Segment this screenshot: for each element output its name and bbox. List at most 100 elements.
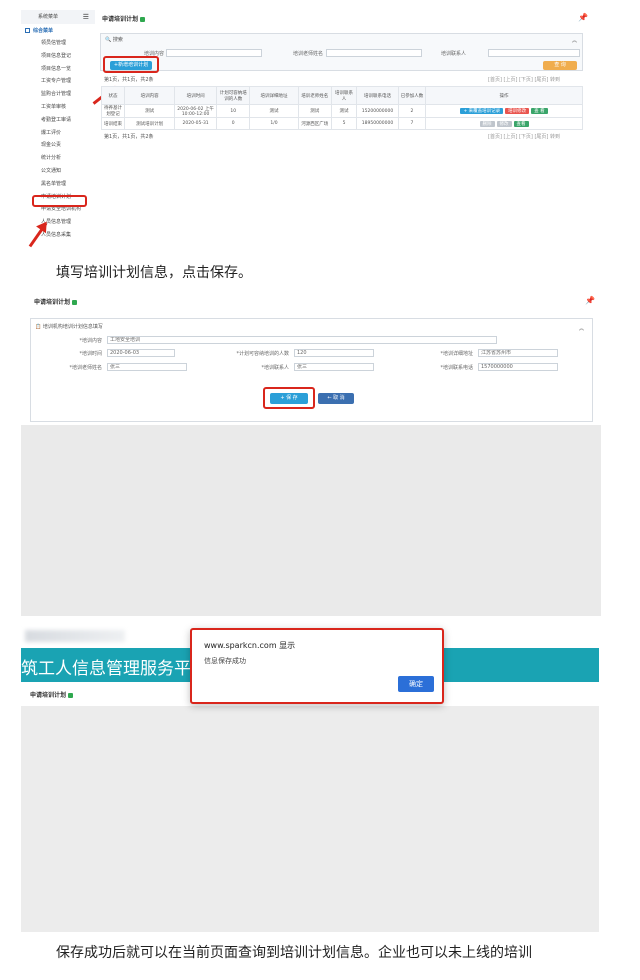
- sidebar-item[interactable]: 爆工评价: [21, 128, 95, 139]
- pin-icon[interactable]: 📌: [578, 13, 588, 22]
- table-cell-contact: 测试: [330, 104, 358, 118]
- sidebar-item[interactable]: 工资专户管理: [21, 76, 95, 87]
- alert-dialog: www.sparkcn.com 显示 信息保存成功 确定: [190, 628, 444, 704]
- status-icon: [68, 693, 74, 698]
- form-section-title: 📋 培训机构培训计划信息填写: [35, 324, 103, 330]
- sidebar-item[interactable]: 项目信息登记: [21, 51, 95, 62]
- row-action-button[interactable]: 查看: [513, 120, 529, 127]
- table-cell-teacher: 测试: [297, 104, 333, 118]
- collapse-icon[interactable]: ︽: [572, 37, 577, 44]
- plan-table: 状态 培训内容 培训时间 计划可容纳培训的人数 培训详细地址 培训老师姓名 培训联系人 培训联…: [101, 86, 583, 130]
- sidebar-item[interactable]: 公文通知: [21, 166, 95, 177]
- table-cell-time: 2020-05-31: [174, 117, 217, 130]
- status-icon: [140, 17, 146, 22]
- table-row: 培训结束 测试培训计划 2020-05-31 0 1/0 河源西区广场 5 189500000…: [101, 117, 583, 130]
- column-header: 培训联系人: [330, 86, 358, 105]
- pin-icon[interactable]: 📌: [585, 296, 595, 305]
- table-header-row: 状态 培训内容 培训时间 计划可容纳培训的人数 培训详细地址 培训老师姓名 培训联系人 培训联…: [101, 86, 583, 105]
- form-page-title: 申请培训计划: [34, 297, 78, 306]
- row-actions: 删除 修改 查看: [425, 117, 583, 130]
- table-cell-status: 培训结束: [101, 117, 125, 130]
- addr-input[interactable]: 江苏省苏州市: [478, 349, 558, 357]
- sidebar-item[interactable]: 黑名单管理: [21, 179, 95, 190]
- caption-save: 填写培训计划信息，点击保存。: [56, 265, 252, 281]
- menu-toggle-icon[interactable]: ☰: [83, 10, 89, 24]
- dialog-page-title: 申请培训计划: [30, 690, 74, 699]
- caption-after-save: 保存成功后就可以在当前页面查询到培训计划信息。企业也可以未上线的培训: [56, 945, 532, 961]
- table-cell-time: 2020-06-02 上午10:00-12:00: [174, 104, 217, 118]
- page-title: 申请培训计划: [102, 14, 146, 23]
- row-action-button[interactable]: 查 看: [531, 108, 548, 114]
- table-cell-contact: 5: [330, 117, 358, 130]
- addr-label: *培训详细地址: [440, 351, 473, 357]
- empty-area: [21, 425, 601, 616]
- empty-area: [21, 706, 599, 932]
- table-cell-status: 待养基计划登记: [101, 104, 125, 118]
- table-cell-joined: 2: [397, 104, 427, 118]
- table-cell-cap: 10: [215, 104, 251, 118]
- table-row: 待养基计划登记 测试 2020-06-02 上午10:00-12:00 10 测试 测试测…: [101, 104, 583, 118]
- sidebar-item[interactable]: 工资单审核: [21, 102, 95, 113]
- column-header: 培训老师姓名: [297, 86, 333, 105]
- pager-top: 第1页，共1页，共2条: [104, 77, 154, 83]
- blur-logo: [25, 630, 125, 642]
- sidebar-header: 系统菜单 ☰: [21, 10, 95, 24]
- time-input[interactable]: 2020-06-03: [107, 349, 175, 357]
- content-label: *培训内容: [79, 338, 102, 344]
- column-header: 操作: [425, 86, 583, 105]
- filter-input-content[interactable]: [166, 49, 262, 57]
- table-cell-addr: 测试: [249, 104, 299, 118]
- contact-label: *培训联系人: [261, 365, 289, 371]
- cap-label: *计划可容纳培训的人数: [236, 351, 289, 357]
- column-header: 已参加人数: [397, 86, 427, 105]
- sidebar-item[interactable]: 领员信管理: [21, 38, 95, 49]
- pager-bottom: 第1页，共1页，共2条: [104, 134, 154, 140]
- sidebar-item[interactable]: 现金公责: [21, 140, 95, 151]
- sidebar-item[interactable]: 项目信息一览: [21, 64, 95, 75]
- row-action-button[interactable]: 培训修改: [505, 108, 530, 114]
- form-icon: 📋: [35, 324, 42, 330]
- cancel-button[interactable]: ← 取 消: [318, 393, 354, 404]
- table-cell-teacher: 河源西区广场: [297, 117, 333, 130]
- table-cell-phone: 15200000000: [356, 104, 399, 118]
- filter-input-contact[interactable]: [488, 49, 580, 57]
- sidebar-group[interactable]: 综合菜单: [25, 27, 53, 34]
- contact-input[interactable]: 张三: [294, 363, 374, 371]
- status-icon: [72, 300, 78, 305]
- sidebar-item[interactable]: 考勤登工审请: [21, 115, 95, 126]
- pager-links-bottom[interactable]: [首页] [上页] [下页] [尾页] 转到: [488, 133, 560, 140]
- dialog-site: www.sparkcn.com 显示: [204, 641, 296, 650]
- pager-links[interactable]: [首页] [上页] [下页] [尾页] 转到: [488, 76, 560, 83]
- filter-label-teacher: 培训老师姓名: [292, 51, 323, 57]
- table-cell-phone: 18950000000: [356, 117, 399, 130]
- column-header: 培训联系电话: [356, 86, 399, 105]
- filter-input-teacher[interactable]: [326, 49, 422, 57]
- search-icon: 🔍: [105, 37, 112, 43]
- row-action-button[interactable]: 删除: [479, 120, 495, 127]
- ok-button[interactable]: 确定: [398, 676, 434, 692]
- table-cell-joined: 7: [397, 117, 427, 130]
- sidebar-item[interactable]: 统计分析: [21, 153, 95, 164]
- highlight-save-button: [263, 387, 315, 409]
- column-header: 培训时间: [174, 86, 217, 105]
- sidebar-item[interactable]: 监购合计管理: [21, 89, 95, 100]
- table-cell-addr: 1/0: [249, 117, 299, 130]
- row-action-button[interactable]: + 来覆盖培训记录: [460, 108, 504, 114]
- filter-label-contact: 培训联系人: [440, 51, 466, 57]
- teacher-input[interactable]: 张三: [107, 363, 187, 371]
- teacher-label: *培训老师姓名: [69, 365, 102, 371]
- dialog-message: 信息保存成功: [204, 657, 246, 665]
- cap-input[interactable]: 120: [294, 349, 374, 357]
- time-label: *培训时间: [79, 351, 102, 357]
- row-action-button[interactable]: 修改: [496, 120, 512, 127]
- column-header: 培训内容: [123, 86, 176, 105]
- highlight-sidebar-item: [32, 195, 87, 207]
- phone-input[interactable]: 1570000000: [478, 363, 558, 371]
- collapse-icon[interactable]: ︽: [579, 325, 584, 332]
- search-button[interactable]: 查 询: [543, 61, 577, 70]
- content-input[interactable]: 工地安全培训: [107, 336, 497, 344]
- search-label: 🔍 搜索: [105, 37, 123, 43]
- sidebar: 系统菜单 ☰ 综合菜单 领员信管理项目信息登记 项目信息一览 工资专户管理 监购合计管理…: [21, 10, 95, 248]
- table-cell-cap: 0: [215, 117, 251, 130]
- sidebar-item[interactable]: 人员信息管理: [21, 217, 95, 228]
